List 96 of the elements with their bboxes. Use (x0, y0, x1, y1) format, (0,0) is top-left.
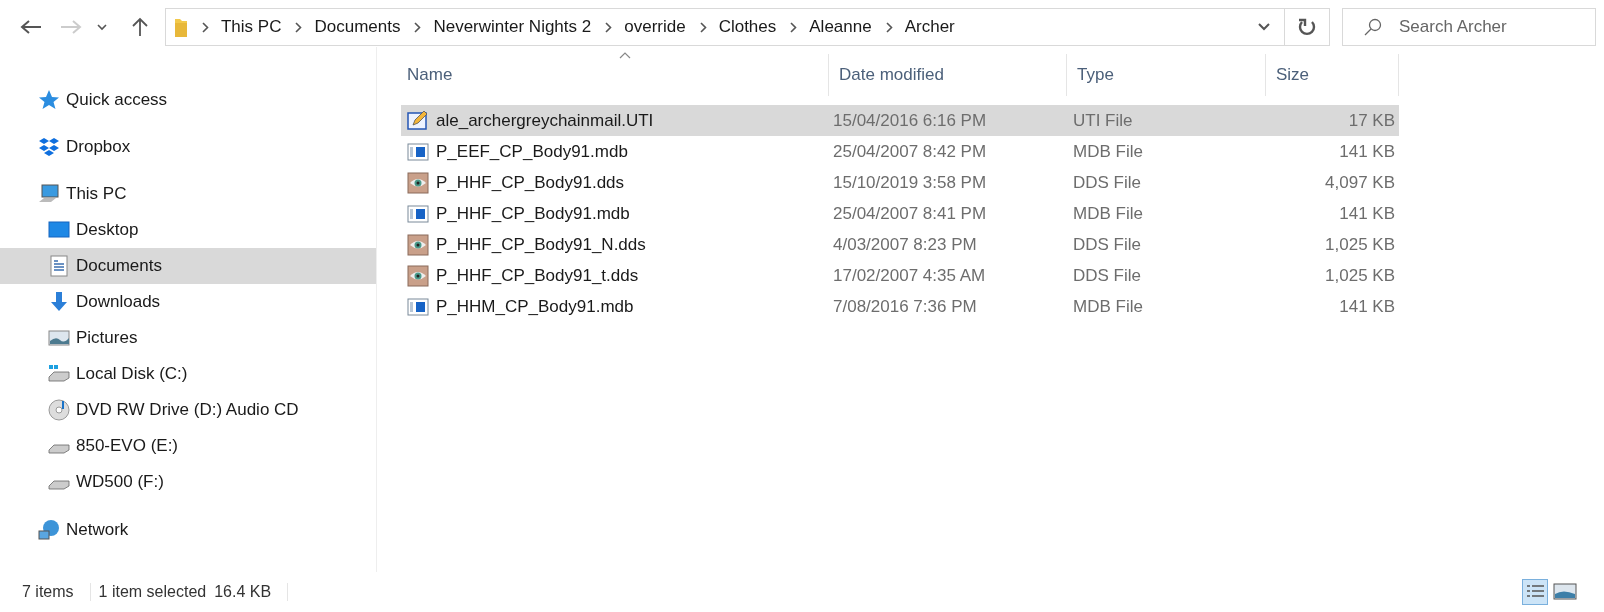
details-view-icon[interactable] (1522, 579, 1548, 605)
address-bar[interactable]: This PC Documents Neverwinter Nights 2 override Clothes Aleanne Archer (165, 8, 1330, 46)
sidebar-item[interactable]: DVD RW Drive (D:) Audio CD (0, 392, 376, 428)
file-row[interactable]: P_EEF_CP_Body91.mdb 25/04/2007 8:42 PM MDB File 141 KB (401, 136, 1399, 167)
file-size: 17 KB (1348, 110, 1395, 131)
window-file-icon (407, 140, 429, 163)
window-file-icon (407, 202, 429, 225)
file-name: ale_archergreychainmail.UTI (436, 110, 654, 131)
file-size: 141 KB (1339, 141, 1395, 162)
network-icon (38, 519, 60, 541)
disc-icon (48, 399, 70, 421)
breadcrumb[interactable]: Neverwinter Nights 2 (433, 17, 592, 37)
file-name: P_EEF_CP_Body91.mdb (436, 141, 628, 162)
file-type: MDB File (1073, 296, 1143, 317)
file-size: 4,097 KB (1325, 172, 1395, 193)
back-arrow-icon[interactable] (19, 19, 42, 35)
sidebar-item[interactable]: Quick access (0, 82, 376, 118)
sidebar-item[interactable]: Local Disk (C:) (0, 356, 376, 392)
file-row[interactable]: P_HHF_CP_Body91.dds 15/10/2019 3:58 PM DDS File 4,097 KB (401, 167, 1399, 198)
file-name: P_HHF_CP_Body91_N.dds (436, 234, 646, 255)
sidebar-item[interactable]: Documents (0, 248, 376, 284)
hard-drive-icon (48, 444, 70, 454)
sidebar-item[interactable]: This PC (0, 176, 376, 212)
dropbox-icon (38, 136, 60, 158)
file-name: P_HHM_CP_Body91.mdb (436, 296, 634, 317)
breadcrumb[interactable]: override (624, 17, 686, 37)
selection-count: 1 item selected (98, 583, 207, 601)
date-modified: 17/02/2007 4:35 AM (833, 265, 986, 286)
file-name: P_HHF_CP_Body91.mdb (436, 203, 630, 224)
chevron-right-icon (605, 21, 613, 33)
column-header[interactable]: Type (1067, 54, 1266, 96)
picture-icon (48, 327, 70, 349)
eye-image-icon (407, 264, 429, 287)
breadcrumb[interactable]: Aleanne (809, 17, 872, 37)
date-modified: 25/04/2007 8:42 PM (833, 141, 987, 162)
search-field[interactable]: Search Archer (1342, 8, 1596, 46)
folder-icon (174, 16, 188, 38)
eye-image-icon (407, 171, 429, 194)
chevron-down-icon[interactable] (1258, 23, 1270, 31)
chevron-right-icon (202, 21, 209, 33)
breadcrumb[interactable]: Documents (314, 17, 401, 37)
date-modified: 7/08/2016 7:36 PM (833, 296, 977, 317)
date-modified: 15/04/2016 6:16 PM (833, 110, 987, 131)
date-modified: 15/10/2019 3:58 PM (833, 172, 987, 193)
column-header[interactable]: Name (397, 54, 829, 96)
document-icon (48, 255, 70, 277)
chevron-right-icon (414, 21, 422, 33)
file-name: P_HHF_CP_Body91.dds (436, 172, 625, 193)
sidebar-item[interactable]: WD500 (F:) (0, 464, 376, 500)
eye-image-icon (407, 233, 429, 256)
file-type: MDB File (1073, 203, 1143, 224)
window-file-icon (407, 295, 429, 318)
sidebar-item[interactable]: Desktop (0, 212, 376, 248)
download-arrow-icon (48, 291, 70, 313)
file-row[interactable]: P_HHM_CP_Body91.mdb 7/08/2016 7:36 PM MDB File 141 KB (401, 291, 1399, 322)
file-type: DDS File (1073, 234, 1141, 255)
date-modified: 4/03/2007 8:23 PM (833, 234, 977, 255)
sidebar-item[interactable]: Pictures (0, 320, 376, 356)
file-size: 1,025 KB (1325, 234, 1395, 255)
breadcrumb[interactable]: This PC (221, 17, 282, 37)
file-size: 1,025 KB (1325, 265, 1395, 286)
sidebar-item[interactable]: Network (0, 512, 376, 548)
file-type: UTI File (1073, 110, 1133, 131)
sidebar-item[interactable]: Dropbox (0, 129, 376, 165)
breadcrumb[interactable]: Archer (904, 17, 955, 37)
up-arrow-icon[interactable] (132, 17, 149, 37)
item-count: 7 items (22, 583, 91, 601)
file-size: 141 KB (1339, 203, 1395, 224)
refresh-icon[interactable] (1298, 17, 1316, 37)
column-header[interactable]: Date modified (829, 54, 1067, 96)
file-type: DDS File (1073, 265, 1141, 286)
file-row[interactable]: P_HHF_CP_Body91.mdb 25/04/2007 8:41 PM MDB File 141 KB (401, 198, 1399, 229)
hard-drive-icon (48, 480, 70, 490)
file-type: MDB File (1073, 141, 1143, 162)
edit-document-icon (407, 109, 429, 132)
file-name: P_HHF_CP_Body91_t.dds (436, 265, 639, 286)
file-type: DDS File (1073, 172, 1141, 193)
sidebar-item[interactable]: 850-EVO (E:) (0, 428, 376, 464)
chevron-right-icon (295, 21, 303, 33)
chevron-right-icon (885, 21, 893, 33)
sidebar-item[interactable]: Downloads (0, 284, 376, 320)
file-row[interactable]: P_HHF_CP_Body91_t.dds 17/02/2007 4:35 AM DDS File 1,025 KB (401, 260, 1399, 291)
desktop-icon (48, 219, 70, 241)
file-row[interactable]: P_HHF_CP_Body91_N.dds 4/03/2007 8:23 PM DDS File 1,025 KB (401, 229, 1399, 260)
file-size: 141 KB (1339, 296, 1395, 317)
chevron-right-icon (790, 21, 798, 33)
computer-icon (38, 183, 60, 205)
chevron-right-icon (699, 21, 707, 33)
star-icon (38, 89, 60, 111)
date-modified: 25/04/2007 8:41 PM (833, 203, 987, 224)
breadcrumb[interactable]: Clothes (718, 17, 777, 37)
chevron-down-icon[interactable] (97, 23, 108, 31)
hard-drive-icon (48, 363, 70, 385)
file-row[interactable]: ale_archergreychainmail.UTI 15/04/2016 6:16 PM UTI File 17 KB (401, 105, 1399, 136)
column-header[interactable]: Size (1266, 54, 1399, 96)
selection-size: 16.4 KB (214, 583, 289, 601)
